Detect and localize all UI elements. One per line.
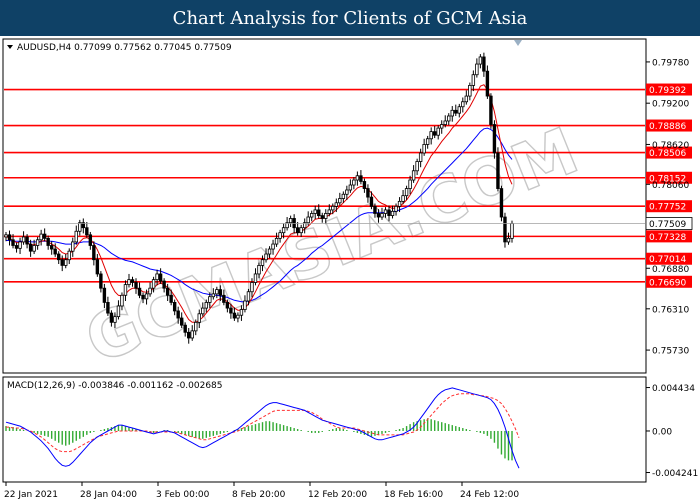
- price-tick-label: 0.78620: [652, 141, 689, 151]
- time-tick-label: 8 Feb 20:00: [232, 490, 286, 500]
- candle[interactable]: [489, 93, 493, 129]
- candle[interactable]: [496, 147, 500, 192]
- price-tick-label: 0.76310: [652, 305, 689, 315]
- macd-tick-label: 0.00: [652, 427, 672, 437]
- level-label: 0.77328: [649, 233, 686, 243]
- current-price-label: 0.77509: [649, 220, 686, 230]
- level-label: 0.76690: [649, 278, 686, 288]
- price-tick-label: 0.79780: [652, 58, 689, 68]
- level-label: 0.77752: [649, 203, 686, 213]
- time-tick-label: 28 Jan 04:00: [80, 490, 137, 500]
- candle[interactable]: [492, 120, 497, 159]
- level-label: 0.79392: [649, 86, 686, 96]
- macd-tick-label: -0.004241: [652, 469, 698, 479]
- price-tick-label: 0.78060: [652, 181, 689, 191]
- level-label: 0.78886: [649, 122, 686, 132]
- time-tick-label: 24 Feb 12:00: [460, 490, 519, 500]
- banner: Chart Analysis for Clients of GCM Asia: [0, 0, 700, 36]
- banner-title: Chart Analysis for Clients of GCM Asia: [172, 7, 528, 29]
- candle[interactable]: [499, 185, 504, 222]
- price-chart-title: AUDUSD,H4 0.77099 0.77562 0.77045 0.7750…: [17, 43, 232, 53]
- time-tick-label: 3 Feb 00:00: [156, 490, 210, 500]
- time-tick-label: 22 Jan 2021: [4, 490, 58, 500]
- time-tick-label: 12 Feb 20:00: [308, 490, 367, 500]
- chart-canvas: GCMASIA.COM 0.793920.788860.785060.78152…: [0, 36, 700, 500]
- price-tick-label: 0.79200: [652, 100, 689, 110]
- price-tick-label: 0.76880: [652, 265, 689, 275]
- price-tick-label: 0.75730: [652, 347, 689, 357]
- macd-tick-label: 0.004434: [652, 384, 695, 394]
- macd-title: MACD(12,26,9) -0.003846 -0.001162 -0.002…: [7, 381, 223, 391]
- macd-panel-frame: [2, 376, 647, 483]
- level-label: 0.77014: [649, 255, 686, 265]
- time-tick-label: 18 Feb 16:00: [384, 490, 443, 500]
